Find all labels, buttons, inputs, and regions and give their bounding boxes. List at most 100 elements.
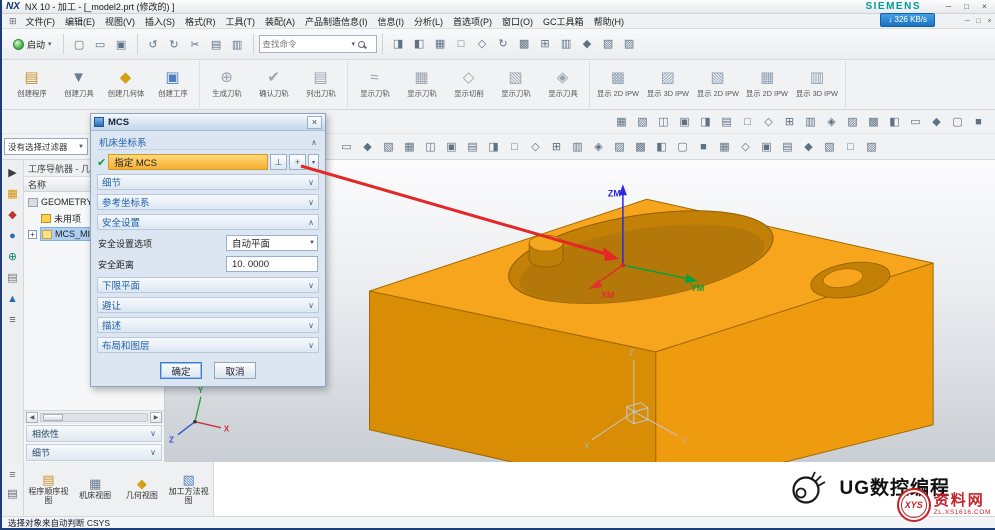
toolbar-icon[interactable]: ◆ <box>357 137 378 157</box>
section-reference-csys[interactable]: 参考坐标系 ∨ <box>97 194 319 210</box>
toolbar-icon[interactable]: ◆ <box>926 112 947 132</box>
toolbar-icon[interactable]: ▦ <box>611 112 632 132</box>
menu-item[interactable]: 文件(F) <box>21 15 61 28</box>
cancel-button[interactable]: 取消 <box>214 362 256 379</box>
safety-option-select[interactable]: 自动平面 ▼ <box>226 235 318 251</box>
toolbar-icon[interactable]: ◧ <box>409 34 430 54</box>
toolbar-icon[interactable]: □ <box>737 112 758 132</box>
toolbar-icon[interactable]: ▦ <box>430 34 451 54</box>
toolbar-icon[interactable]: ▨ <box>609 137 630 157</box>
dialog-section-header[interactable]: 避让 ∨ <box>97 297 319 313</box>
resource-bar-icon[interactable]: ▦ <box>7 189 17 200</box>
ribbon-button[interactable]: ▤ 创建程序 <box>8 62 55 107</box>
ok-button[interactable]: 确定 <box>160 362 202 379</box>
toolbar-icon[interactable]: ▣ <box>111 34 132 54</box>
menu-item[interactable]: GC工具箱 <box>538 15 589 28</box>
toolbar-icon[interactable]: ▥ <box>227 34 248 54</box>
ribbon-button[interactable]: ▩ 显示 2D IPW <box>593 62 643 107</box>
doc-restore-button[interactable]: □ <box>973 18 984 25</box>
ribbon-button[interactable]: ▥ 显示 3D IPW <box>792 62 842 107</box>
menu-item[interactable]: 产品制造信息(I) <box>300 15 373 28</box>
toolbar-icon[interactable]: ▥ <box>800 112 821 132</box>
navigator-scrollbar[interactable]: ◀ ▶ <box>24 410 164 424</box>
toolbar-icon[interactable]: ◫ <box>653 112 674 132</box>
toolbar-icon[interactable]: ◇ <box>525 137 546 157</box>
doc-close-button[interactable]: × <box>984 18 995 25</box>
ribbon-button[interactable]: ▼ 创建刀具 <box>55 62 102 107</box>
ribbon-button[interactable]: ▦ 显示刀轨 <box>398 62 445 107</box>
toolbar-icon[interactable]: ◨ <box>695 112 716 132</box>
toolbar-icon[interactable]: ◨ <box>483 137 504 157</box>
toolbar-icon[interactable]: ◧ <box>651 137 672 157</box>
menu-item[interactable]: 窗口(O) <box>497 15 538 28</box>
scroll-left-icon[interactable]: ◀ <box>26 412 38 423</box>
toolbar-icon[interactable]: ◈ <box>588 137 609 157</box>
chevron-down-icon[interactable]: ▾ <box>352 40 356 48</box>
toolbar-icon[interactable]: ◇ <box>758 112 779 132</box>
resource-bar-icon[interactable]: ≡ <box>9 470 15 481</box>
ribbon-button[interactable]: ▤ 列出刀轨 <box>297 62 344 107</box>
toolbar-icon[interactable]: ◆ <box>798 137 819 157</box>
expand-icon[interactable]: + <box>28 230 37 239</box>
toolbar-icon[interactable]: ▤ <box>462 137 483 157</box>
toolbar-icon[interactable]: ▨ <box>619 34 640 54</box>
toolbar-icon[interactable]: ▧ <box>819 137 840 157</box>
toolbar-icon[interactable]: ◈ <box>821 112 842 132</box>
scrollbar-thumb[interactable] <box>43 414 63 421</box>
safety-distance-input[interactable]: 10. 0000 <box>226 256 318 272</box>
resource-bar-icon[interactable]: ≡ <box>9 315 15 326</box>
mcs-origin[interactable] <box>621 263 625 267</box>
navigator-view-button[interactable]: ▧ 加工方法视图 <box>166 473 211 505</box>
toolbar-icon[interactable]: ▩ <box>863 112 884 132</box>
toolbar-icon[interactable]: ▩ <box>514 34 535 54</box>
ribbon-button[interactable]: ▧ 显示 2D IPW <box>693 62 743 107</box>
menu-item[interactable]: 编辑(E) <box>60 15 100 28</box>
toolbar-icon[interactable]: ▥ <box>567 137 588 157</box>
toolbar-icon[interactable]: ▧ <box>598 34 619 54</box>
resource-bar-icon[interactable]: ▶ <box>8 168 16 179</box>
toolbar-icon[interactable]: ▦ <box>399 137 420 157</box>
csys-triad-button[interactable]: + <box>289 154 306 170</box>
resource-bar-icon[interactable]: ▤ <box>7 489 17 500</box>
csys-dialog-button[interactable]: ⊥ <box>270 154 287 170</box>
toolbar-icon[interactable]: ▨ <box>842 112 863 132</box>
toolbar-icon[interactable]: ▥ <box>556 34 577 54</box>
toolbar-icon[interactable]: ▤ <box>777 137 798 157</box>
toolbar-icon[interactable]: ◨ <box>388 34 409 54</box>
toolbar-icon[interactable]: ▭ <box>905 112 926 132</box>
toolbar-icon[interactable]: □ <box>504 137 525 157</box>
toolbar-icon[interactable]: ■ <box>968 112 989 132</box>
toolbar-icon[interactable]: ▧ <box>378 137 399 157</box>
dialog-section-header[interactable]: 下限平面 ∨ <box>97 277 319 293</box>
command-finder[interactable]: ▾ <box>259 35 377 53</box>
toolbar-icon[interactable]: □ <box>451 34 472 54</box>
ribbon-button[interactable]: ◆ 创建几何体 <box>102 62 149 107</box>
close-button[interactable]: × <box>978 2 991 11</box>
resource-bar-icon[interactable]: ▲ <box>7 294 18 305</box>
resource-bar-icon[interactable]: ▤ <box>7 273 17 284</box>
toolbar-icon[interactable]: ◆ <box>577 34 598 54</box>
toolbar-icon[interactable]: ▣ <box>674 112 695 132</box>
ribbon-button[interactable]: ▣ 创建工序 <box>149 62 196 107</box>
toolbar-icon[interactable]: ◇ <box>472 34 493 54</box>
selection-filter[interactable]: 没有选择过滤器 ▼ <box>4 138 88 155</box>
ribbon-button[interactable]: ⊕ 生成刀轨 <box>203 62 250 107</box>
ribbon-button[interactable]: ▧ 显示刀轨 <box>492 62 539 107</box>
ribbon-button[interactable]: ◈ 显示刀具 <box>539 62 586 107</box>
csys-options-caret[interactable]: ▾ <box>308 154 319 170</box>
scrollbar-track[interactable] <box>40 413 148 422</box>
toolbar-icon[interactable]: ↻ <box>493 34 514 54</box>
menu-item[interactable]: 格式(R) <box>180 15 221 28</box>
section-safety-settings[interactable]: 安全设置 ∧ <box>97 214 319 230</box>
menu-grid-icon[interactable]: ⊞ <box>5 16 21 27</box>
specify-mcs-field[interactable]: 指定 MCS <box>108 154 268 170</box>
details-section[interactable]: 细节 ∨ <box>26 444 162 461</box>
start-menu-button[interactable]: 启动 ▾ <box>7 35 58 54</box>
section-machine-csys[interactable]: 机床坐标系 ∧ <box>97 135 319 150</box>
search-icon[interactable] <box>358 41 365 48</box>
toolbar-icon[interactable]: ▦ <box>714 137 735 157</box>
resource-bar-icon[interactable]: ● <box>9 231 16 242</box>
navigator-view-button[interactable]: ▤ 程序顺序视图 <box>26 473 71 505</box>
toolbar-icon[interactable]: ▣ <box>441 137 462 157</box>
toolbar-icon[interactable]: ◇ <box>735 137 756 157</box>
